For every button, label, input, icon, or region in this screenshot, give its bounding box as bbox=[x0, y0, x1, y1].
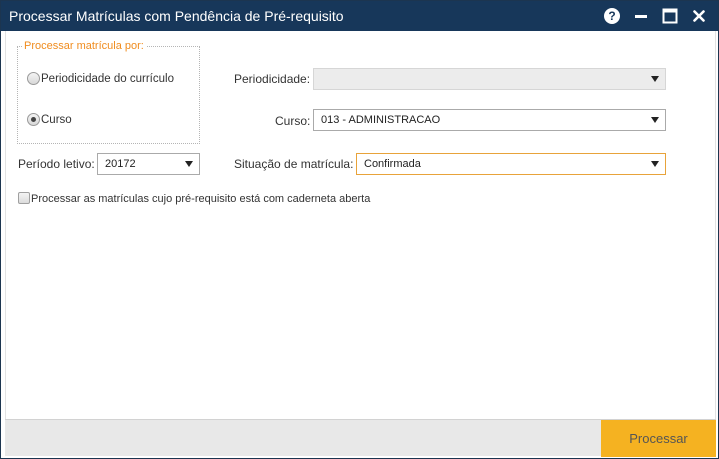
chevron-down-icon bbox=[651, 76, 659, 82]
periodicidade-label: Periodicidade: bbox=[234, 72, 311, 86]
chevron-down-icon bbox=[651, 117, 659, 123]
radio-label-periodicidade: Periodicidade do currículo bbox=[41, 72, 174, 85]
radio-label-curso: Curso bbox=[41, 113, 72, 126]
caderneta-aberta-label: Processar as matrículas cujo pré-requisi… bbox=[31, 193, 371, 205]
periodo-letivo-label: Período letivo: bbox=[18, 157, 95, 171]
maximize-button[interactable] bbox=[661, 7, 679, 25]
title-bar: Processar Matrículas com Pendência de Pr… bbox=[1, 1, 718, 31]
dialog-window: Processar Matrículas com Pendência de Pr… bbox=[0, 0, 719, 459]
maximize-icon bbox=[662, 8, 678, 24]
situacao-value: Confirmada bbox=[364, 158, 421, 170]
help-button[interactable]: ? bbox=[603, 7, 621, 25]
minimize-button[interactable] bbox=[632, 7, 650, 25]
curso-value: 013 - ADMINISTRACAO bbox=[321, 114, 441, 126]
radio-periodicidade-curriculo[interactable]: Periodicidade do currículo bbox=[27, 72, 174, 85]
window-title: Processar Matrículas com Pendência de Pr… bbox=[9, 8, 344, 24]
curso-select[interactable]: 013 - ADMINISTRACAO bbox=[313, 109, 666, 131]
chevron-down-icon bbox=[185, 161, 193, 167]
periodo-letivo-value: 20172 bbox=[105, 158, 136, 170]
process-by-group: Processar matrícula por: Periodicidade d… bbox=[17, 40, 200, 144]
close-icon bbox=[693, 10, 705, 22]
dialog-footer: Processar bbox=[5, 419, 716, 457]
caderneta-aberta-option[interactable]: Processar as matrículas cujo pré-requisi… bbox=[18, 191, 371, 205]
help-icon: ? bbox=[604, 8, 620, 24]
radio-button-curso[interactable] bbox=[27, 113, 40, 126]
radio-button-periodicidade[interactable] bbox=[27, 72, 40, 85]
chevron-down-icon bbox=[651, 161, 659, 167]
minimize-icon bbox=[635, 15, 647, 18]
group-legend: Processar matrícula por: bbox=[22, 40, 146, 52]
radio-curso[interactable]: Curso bbox=[27, 113, 72, 126]
close-button[interactable] bbox=[690, 7, 708, 25]
periodo-letivo-select[interactable]: 20172 bbox=[97, 153, 200, 175]
situacao-label: Situação de matrícula: bbox=[234, 157, 354, 171]
caderneta-aberta-checkbox[interactable] bbox=[18, 191, 30, 204]
processar-button[interactable]: Processar bbox=[601, 420, 716, 457]
periodicidade-select[interactable] bbox=[313, 68, 666, 90]
curso-label: Curso: bbox=[275, 114, 311, 128]
situacao-select[interactable]: Confirmada bbox=[356, 153, 666, 175]
